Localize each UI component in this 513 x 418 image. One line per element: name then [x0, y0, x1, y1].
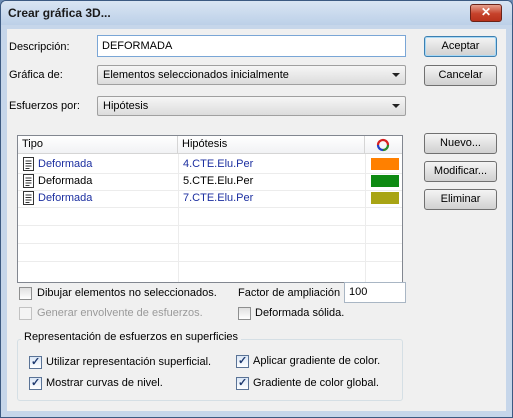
grafica-select[interactable]: Elementos seleccionados inicialmente: [97, 65, 406, 85]
dibujar-checkbox[interactable]: [19, 287, 32, 300]
column-header-tipo[interactable]: Tipo: [18, 136, 178, 154]
row-divider: [18, 261, 402, 262]
nuevo-button[interactable]: Nuevo...: [424, 133, 497, 154]
dialog-window: Crear gráfica 3D... ✕ Descripción: DEFOR…: [0, 0, 513, 418]
aplicar-checkbox[interactable]: [236, 354, 249, 368]
factor-value: 100: [349, 286, 368, 298]
deformada-solida-label: Deformada sólida.: [255, 307, 345, 319]
aceptar-button[interactable]: Aceptar: [424, 36, 497, 57]
row-divider: [18, 207, 402, 208]
modificar-button[interactable]: Modificar...: [424, 161, 497, 182]
mostrar-label: Mostrar curvas de nivel.: [46, 377, 163, 389]
gradiente-label: Gradiente de color global.: [253, 377, 379, 389]
descripcion-input[interactable]: DEFORMADA: [97, 35, 406, 57]
column-header-color[interactable]: [365, 136, 402, 154]
factor-label: Factor de ampliación: [238, 287, 341, 299]
superficies-group-title: Representación de esfuerzos en superfici…: [21, 331, 242, 343]
utilizar-label: Utilizar representación superficial.: [46, 356, 212, 368]
cancelar-button[interactable]: Cancelar: [424, 65, 497, 86]
chevron-down-icon: [392, 73, 400, 77]
title-bar[interactable]: Crear gráfica 3D... ✕: [1, 1, 512, 25]
color-swatch[interactable]: [371, 158, 399, 170]
row-tipo: Deformada: [38, 158, 93, 170]
color-swatch[interactable]: [371, 175, 399, 187]
color-wheel-icon: [376, 138, 390, 152]
superficies-groupbox: [17, 339, 403, 401]
eliminar-button[interactable]: Eliminar: [424, 189, 497, 210]
close-button[interactable]: ✕: [470, 4, 502, 22]
close-icon: ✕: [480, 5, 492, 19]
deformada-solida-checkbox[interactable]: [238, 307, 251, 320]
chevron-down-icon: [392, 104, 400, 108]
esfuerzos-select[interactable]: Hipótesis: [97, 96, 406, 116]
aplicar-label: Aplicar gradiente de color.: [253, 355, 381, 367]
graphs-table[interactable]: Tipo Hipótesis Deformada 4.CTE.Elu.Per D…: [17, 135, 403, 283]
row-hipotesis: 7.CTE.Elu.Per: [183, 192, 254, 204]
esfuerzos-selected-value: Hipótesis: [103, 100, 149, 112]
factor-input[interactable]: 100: [344, 282, 406, 303]
utilizar-checkbox[interactable]: [29, 355, 42, 369]
esfuerzos-label: Esfuerzos por:: [9, 100, 80, 112]
mostrar-checkbox[interactable]: [29, 376, 42, 390]
envolvente-label: Generar envolvente de esfuerzos.: [37, 307, 203, 319]
envolvente-checkbox[interactable]: [19, 307, 32, 320]
document-icon: [23, 157, 34, 171]
grafica-label: Gráfica de:: [9, 69, 63, 81]
row-tipo: Deformada: [38, 175, 93, 187]
grafica-selected-value: Elementos seleccionados inicialmente: [103, 69, 289, 81]
row-hipotesis: 5.CTE.Elu.Per: [183, 175, 254, 187]
color-swatch[interactable]: [371, 192, 399, 204]
descripcion-label: Descripción:: [9, 41, 70, 53]
window-title: Crear gráfica 3D...: [8, 6, 111, 20]
document-icon: [23, 191, 34, 205]
row-divider: [18, 225, 402, 226]
dialog-body: Descripción: DEFORMADA Gráfica de: Eleme…: [7, 29, 506, 411]
descripcion-value: DEFORMADA: [102, 40, 173, 52]
dibujar-label: Dibujar elementos no seleccionados.: [37, 287, 217, 299]
gradiente-checkbox[interactable]: [236, 376, 249, 390]
row-divider: [18, 243, 402, 244]
document-icon: [23, 174, 34, 188]
column-header-hipotesis[interactable]: Hipótesis: [178, 136, 365, 154]
row-tipo: Deformada: [38, 192, 93, 204]
row-hipotesis: 4.CTE.Elu.Per: [183, 158, 254, 170]
